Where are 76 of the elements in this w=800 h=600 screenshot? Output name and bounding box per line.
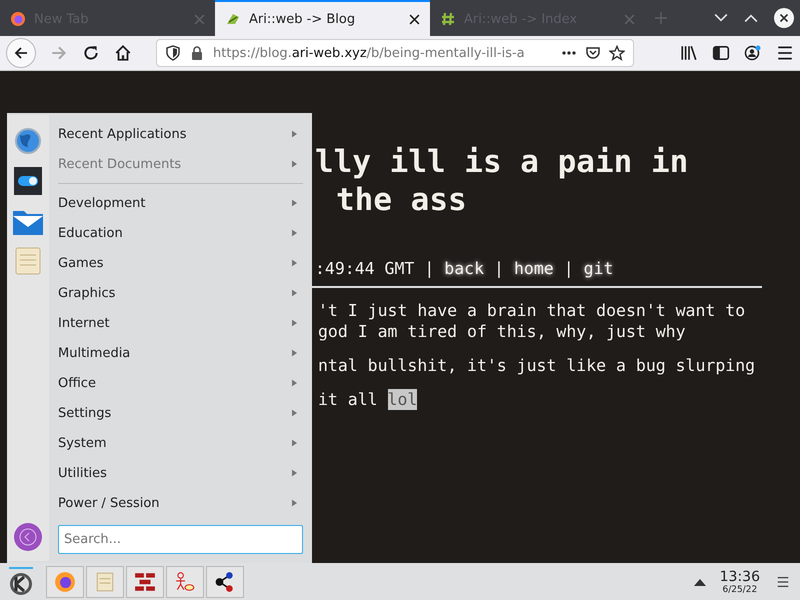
submenu-arrow-icon — [292, 130, 297, 138]
maximize-icon[interactable] — [744, 13, 758, 23]
close-icon[interactable] — [774, 8, 794, 28]
brick-wall-icon — [134, 570, 156, 592]
leaf-icon — [225, 11, 241, 27]
tab-title: Ari::web -> Blog — [249, 12, 356, 26]
menu-icon[interactable] — [776, 44, 794, 62]
menu-item[interactable]: Multimedia — [58, 338, 303, 368]
submenu-arrow-icon — [292, 259, 297, 267]
taskbar-button[interactable] — [206, 566, 244, 598]
post-title: the ass — [335, 181, 468, 219]
pocket-icon[interactable] — [585, 45, 601, 61]
menu-item[interactable]: Games — [58, 248, 303, 278]
text-line: god I am tired of this, why, just why — [318, 321, 686, 342]
back-arrow-icon — [13, 45, 29, 61]
nav-link[interactable]: git — [584, 259, 614, 278]
close-icon[interactable] — [409, 14, 420, 24]
submenu-arrow-icon — [292, 319, 297, 327]
text-line: 't I just have a brain that doesn't want to — [318, 300, 746, 321]
toggle-icon[interactable] — [12, 165, 44, 197]
separator-text: | — [494, 259, 504, 278]
menu-item[interactable]: Power / Session — [58, 488, 303, 518]
library-icon[interactable] — [680, 44, 698, 62]
menu-item[interactable]: Office — [58, 368, 303, 398]
globe-icon[interactable] — [12, 125, 44, 157]
clock-time: 13:36 — [720, 568, 760, 584]
separator-text: | — [564, 259, 574, 278]
sidebar-icon[interactable] — [712, 44, 730, 62]
submenu-arrow-icon — [292, 289, 297, 297]
tray-expand-icon[interactable] — [694, 578, 706, 586]
submenu-arrow-icon — [292, 349, 297, 357]
url-text: https://blog.ari-web.xyz/b/being-mentally-ill-is-a — [213, 46, 525, 60]
submenu-arrow-icon — [292, 160, 297, 168]
text-line: ntal bullshit, it's just like a bug slurping — [318, 355, 756, 376]
submenu-arrow-icon — [292, 379, 297, 387]
post-title: lly ill is a pain in — [315, 143, 690, 181]
menu-item[interactable]: Utilities — [58, 458, 303, 488]
account-icon[interactable] — [744, 44, 762, 62]
submenu-arrow-icon — [292, 199, 297, 207]
browser-tab[interactable]: Ari::web -> Blog — [215, 0, 430, 36]
menu-item[interactable]: Settings — [58, 398, 303, 428]
menu-item[interactable]: Graphics — [58, 278, 303, 308]
search-field[interactable]: Search... — [58, 525, 303, 554]
menu-item[interactable]: Recent Applications — [58, 119, 303, 149]
selected-text: lol — [388, 389, 418, 410]
lock-icon — [189, 45, 205, 61]
submenu-arrow-icon — [292, 409, 297, 417]
menu-item[interactable]: Education — [58, 218, 303, 248]
stick-figure-icon — [174, 570, 196, 592]
menu-icon[interactable] — [776, 574, 790, 588]
submenu-arrow-icon — [292, 439, 297, 447]
firefox-icon — [10, 11, 26, 27]
nav-link[interactable]: home — [514, 259, 554, 278]
timestamp: :49:44 GMT — [315, 259, 414, 278]
home-icon[interactable] — [114, 44, 132, 62]
back-button[interactable] — [6, 38, 36, 68]
menu-item[interactable]: Development — [58, 188, 303, 218]
hash-icon — [440, 11, 456, 27]
kde-logo-icon[interactable] — [6, 566, 36, 596]
clock-date: 6/25/22 — [722, 584, 758, 594]
notepad-icon — [94, 570, 116, 592]
reload-icon[interactable] — [82, 44, 100, 62]
shield-icon — [165, 45, 181, 61]
nav-link[interactable]: back — [444, 259, 484, 278]
submenu-arrow-icon — [292, 469, 297, 477]
menu-item[interactable]: System — [58, 428, 303, 458]
text-line: it all — [318, 389, 379, 410]
submenu-arrow-icon — [292, 229, 297, 237]
back-circle-icon[interactable] — [12, 521, 44, 553]
minimize-icon[interactable] — [714, 13, 728, 23]
menu-item[interactable]: Internet — [58, 308, 303, 338]
separator-text: | — [424, 259, 434, 278]
submenu-arrow-icon — [292, 499, 297, 507]
address-bar[interactable]: https://blog.ari-web.xyz/b/being-mentally-ill-is-a — [156, 39, 634, 67]
star-icon[interactable] — [609, 45, 625, 61]
firefox-icon — [54, 570, 76, 592]
